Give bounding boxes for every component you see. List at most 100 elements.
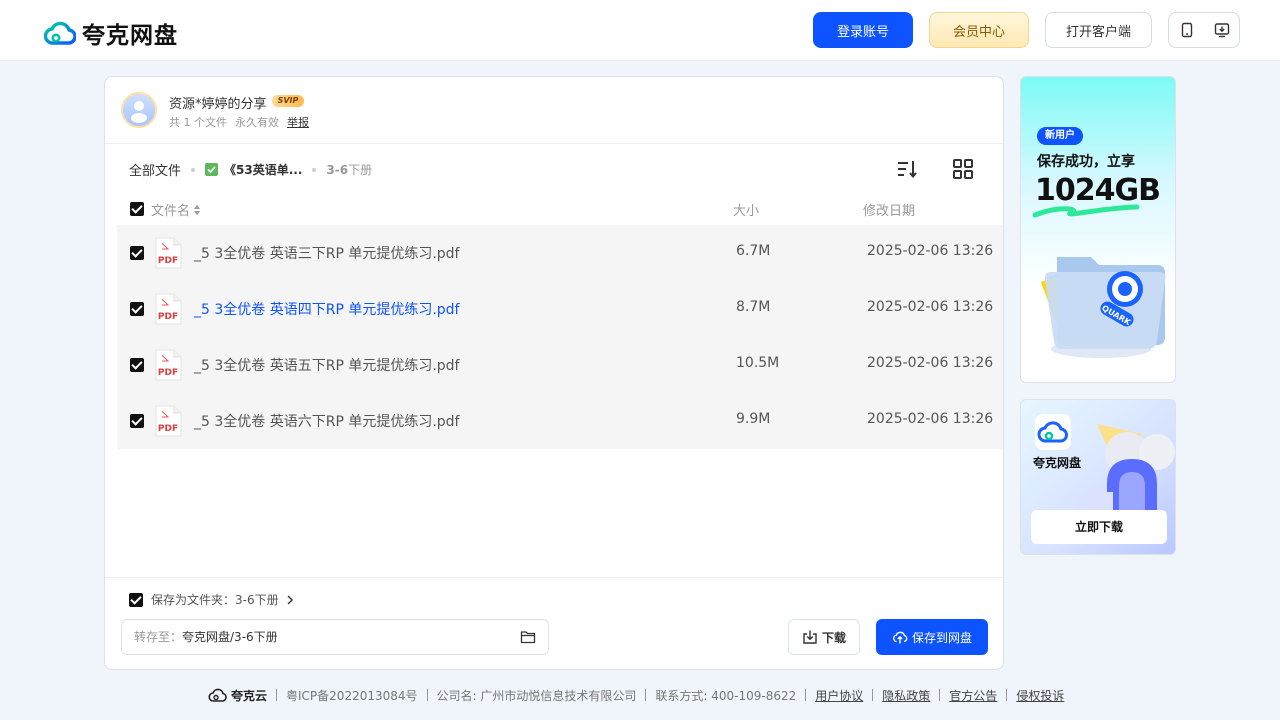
svg-text:PDF: PDF bbox=[158, 368, 178, 378]
row-checkbox[interactable] bbox=[130, 302, 144, 316]
date-column-label: 修改日期 bbox=[863, 204, 916, 219]
highlight-stroke-icon bbox=[1032, 204, 1140, 218]
breadcrumb-current-bold: 3-6 bbox=[326, 163, 349, 177]
announcement-link[interactable]: 官方公告 bbox=[949, 687, 997, 704]
file-name[interactable]: _5 3全优卷 英语三下RP 单元提优练习.pdf bbox=[194, 243, 460, 263]
row-checkbox[interactable] bbox=[130, 414, 144, 428]
download-icon bbox=[803, 630, 817, 644]
device-buttons bbox=[1168, 12, 1240, 48]
site-footer: 夸克云 粤ICP备2022013084号 公司名: 广州市动悦信息技术有限公司 … bbox=[208, 686, 1064, 704]
svg-text:PDF: PDF bbox=[158, 312, 178, 322]
file-name[interactable]: _5 3全优卷 英语四下RP 单元提优练习.pdf bbox=[194, 299, 460, 319]
save-destination-field[interactable]: 转存至：夸克网盘/3-6下册 bbox=[121, 619, 549, 655]
select-all-checkbox[interactable] bbox=[130, 202, 144, 216]
complaint-link[interactable]: 侵权投诉 bbox=[1016, 687, 1064, 704]
file-size: 10.5M bbox=[736, 355, 780, 371]
file-list: PDF _5 3全优卷 英语三下RP 单元提优练习.pdf 6.7M 2025-… bbox=[117, 225, 1003, 449]
share-meta: 共 1 个文件 永久有效 举报 bbox=[169, 114, 309, 130]
file-size: 6.7M bbox=[736, 243, 771, 259]
save-as-folder-option[interactable]: 保存为文件夹：3-6下册 bbox=[129, 591, 293, 608]
breadcrumb-current-rest: 下册 bbox=[348, 163, 373, 177]
name-column[interactable]: 文件名 bbox=[151, 200, 201, 219]
file-date: 2025-02-06 13:26 bbox=[867, 243, 994, 259]
footer-separator bbox=[939, 689, 941, 701]
report-link[interactable]: 举报 bbox=[287, 114, 309, 130]
column-header: 文件名 大小 修改日期 bbox=[105, 197, 1003, 221]
promo-banner-storage[interactable]: 新用户 保存成功，立享 1024GB QUARK bbox=[1020, 76, 1176, 383]
cloud-logo-icon bbox=[44, 21, 76, 45]
svg-text:PDF: PDF bbox=[158, 424, 178, 434]
cloud-upload-icon bbox=[893, 631, 908, 644]
promo-line-1: 保存成功，立享 bbox=[1037, 154, 1135, 170]
quark-logo[interactable]: 夸克网盘 bbox=[44, 16, 178, 50]
footer-separator bbox=[276, 689, 278, 701]
footer-separator bbox=[872, 689, 874, 701]
share-title: 资源*婷婷的分享 bbox=[169, 97, 267, 112]
footer-logo: 夸克云 bbox=[208, 687, 267, 704]
breadcrumb-separator bbox=[191, 167, 196, 172]
app-name: 夸克网盘 bbox=[1033, 456, 1082, 470]
destination-label: 转存至： bbox=[134, 630, 183, 644]
cloud-outline-icon bbox=[208, 688, 227, 702]
breadcrumb-root[interactable]: 全部文件 bbox=[129, 160, 181, 179]
row-checkbox[interactable] bbox=[130, 246, 144, 260]
folder-icon[interactable] bbox=[520, 629, 536, 645]
download-label: 下载 bbox=[821, 630, 846, 645]
table-row[interactable]: PDF _5 3全优卷 英语六下RP 单元提优练习.pdf 9.9M 2025-… bbox=[117, 393, 1003, 449]
save-label: 保存到网盘 bbox=[911, 630, 972, 645]
svg-text:PDF: PDF bbox=[158, 256, 178, 266]
size-column-label: 大小 bbox=[733, 204, 760, 219]
download-app-button[interactable]: 立即下载 bbox=[1031, 510, 1167, 544]
table-row[interactable]: PDF _5 3全优卷 英语五下RP 单元提优练习.pdf 10.5M 2025… bbox=[117, 337, 1003, 393]
3d-cloud-illustration-icon bbox=[1087, 424, 1175, 514]
folder-illustration-icon: QUARK bbox=[1041, 257, 1166, 358]
table-row[interactable]: PDF _5 3全优卷 英语三下RP 单元提优练习.pdf 6.7M 2025-… bbox=[117, 225, 1003, 281]
chevron-right-icon bbox=[287, 595, 293, 604]
footer-separator bbox=[805, 689, 807, 701]
row-checkbox[interactable] bbox=[130, 358, 144, 372]
open-client-button[interactable]: 打开客户端 bbox=[1045, 12, 1152, 48]
file-name[interactable]: _5 3全优卷 英语六下RP 单元提优练习.pdf bbox=[194, 411, 460, 431]
file-date: 2025-02-06 13:26 bbox=[867, 299, 994, 315]
contact-info: 联系方式: 400-109-8622 bbox=[655, 688, 797, 703]
grid-view-icon[interactable] bbox=[951, 157, 975, 181]
check-emoji-icon bbox=[205, 163, 219, 176]
file-size: 8.7M bbox=[736, 299, 771, 315]
avatar bbox=[121, 92, 157, 128]
desktop-download-icon[interactable] bbox=[1214, 22, 1230, 38]
company-name: 公司名: 广州市动悦信息技术有限公司 bbox=[436, 688, 637, 703]
svip-badge: SVIP bbox=[272, 95, 304, 107]
file-name[interactable]: _5 3全优卷 英语五下RP 单元提优练习.pdf bbox=[194, 355, 460, 375]
destination-path: 夸克网盘/3-6下册 bbox=[182, 630, 278, 644]
mobile-icon[interactable] bbox=[1179, 22, 1195, 38]
cloud-logo-icon bbox=[1037, 421, 1068, 443]
footer-logo-text: 夸克云 bbox=[231, 688, 268, 703]
privacy-policy-link[interactable]: 隐私政策 bbox=[882, 687, 930, 704]
footer-separator bbox=[645, 689, 647, 701]
download-button[interactable]: 下载 bbox=[788, 619, 860, 655]
breadcrumb-separator bbox=[312, 167, 317, 172]
save-as-folder-checkbox[interactable] bbox=[129, 592, 143, 607]
breadcrumb-folder[interactable]: 《53英语单... bbox=[224, 161, 302, 178]
name-column-label: 文件名 bbox=[151, 204, 191, 219]
table-row[interactable]: PDF _5 3全优卷 英语四下RP 单元提优练习.pdf 8.7M 2025-… bbox=[117, 281, 1003, 337]
file-size: 9.9M bbox=[736, 411, 771, 427]
user-agreement-link[interactable]: 用户协议 bbox=[815, 687, 863, 704]
breadcrumb-current: 3-6下册 bbox=[326, 161, 372, 178]
validity: 永久有效 bbox=[235, 116, 279, 129]
icp-number: 粤ICP备2022013084号 bbox=[286, 688, 418, 703]
pdf-file-icon: PDF bbox=[155, 349, 182, 381]
sort-icon[interactable] bbox=[895, 157, 919, 181]
pdf-file-icon: PDF bbox=[155, 237, 182, 269]
file-date: 2025-02-06 13:26 bbox=[867, 355, 994, 371]
vip-center-button[interactable]: 会员中心 bbox=[929, 12, 1029, 48]
share-header: 资源*婷婷的分享 SVIP 共 1 个文件 永久有效 举报 bbox=[105, 77, 1003, 144]
footer-separator bbox=[1006, 689, 1008, 701]
save-as-folder-label: 保存为文件夹：3-6下册 bbox=[151, 593, 279, 607]
breadcrumb: 全部文件 《53英语单... 3-6下册 bbox=[129, 160, 372, 179]
new-user-badge: 新用户 bbox=[1037, 127, 1083, 145]
save-to-drive-button[interactable]: 保存到网盘 bbox=[876, 619, 988, 655]
share-card: 资源*婷婷的分享 SVIP 共 1 个文件 永久有效 举报 全部文件 《53英语… bbox=[104, 76, 1004, 670]
promo-banner-app[interactable]: 夸克网盘 立即下载 bbox=[1020, 399, 1176, 555]
login-button[interactable]: 登录账号 bbox=[813, 12, 913, 48]
